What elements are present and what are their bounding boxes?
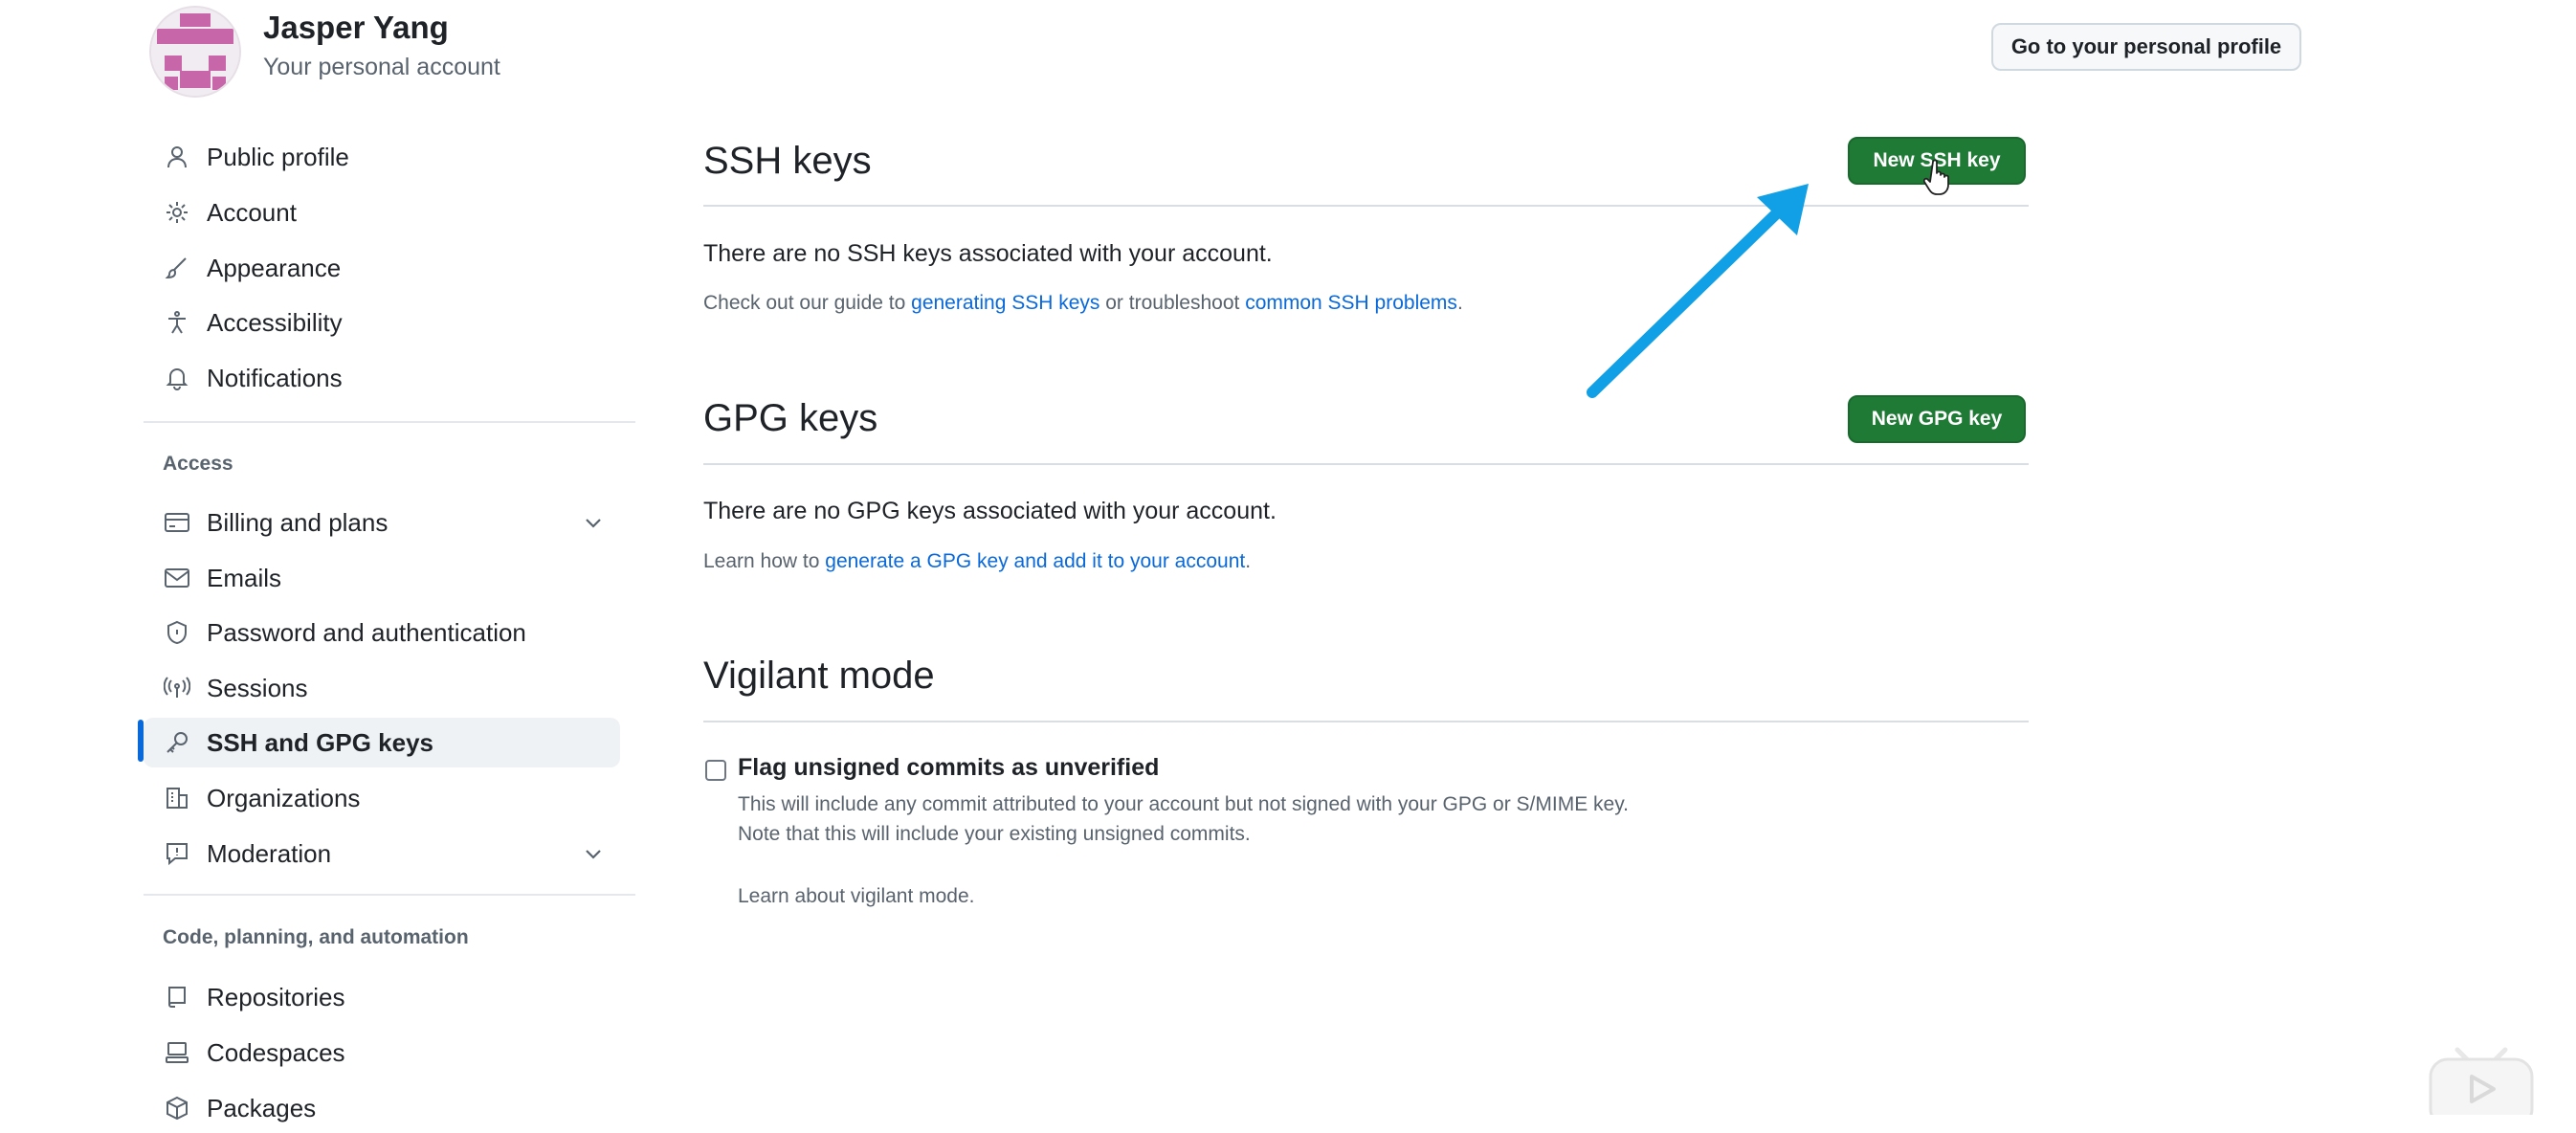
gpg-divider [703,463,2029,465]
vigilant-divider [703,721,2029,722]
sidebar-item-label: Password and authentication [207,617,526,647]
chevron-down-icon[interactable] [582,511,605,534]
flag-unsigned-label[interactable]: Flag unsigned commits as unverified [738,754,1159,782]
sidebar-item-label: Repositories [207,982,345,1011]
sidebar-item-label: Notifications [207,363,343,392]
report-icon [163,839,191,868]
sidebar-item-ssh-gpg-keys[interactable]: SSH and GPG keys [144,718,620,767]
accessibility-icon [163,308,191,337]
sidebar-item-accessibility[interactable]: Accessibility [144,298,622,347]
sidebar-divider [144,894,635,896]
avatar[interactable] [149,6,241,98]
ssh-help-middle: or troubleshoot [1099,292,1246,314]
sidebar-item-notifications[interactable]: Notifications [144,353,622,403]
sidebar-item-label: Codespaces [207,1037,345,1067]
gpg-help-suffix: . [1245,550,1252,572]
sidebar-item-label: Emails [207,563,282,592]
shield-lock-icon [163,618,191,647]
hand-cursor-icon [1923,159,1949,195]
sidebar-item-label: Accessibility [207,307,343,337]
broadcast-icon [163,674,191,702]
common-ssh-problems-link[interactable]: common SSH problems [1245,292,1457,314]
sidebar-item-billing[interactable]: Billing and plans [144,498,622,547]
sidebar-item-packages[interactable]: Packages [144,1083,622,1133]
user-name: Jasper Yang [263,10,449,45]
ssh-help-text: Check out our guide to generating SSH ke… [703,292,1463,315]
ssh-keys-heading: SSH keys [703,140,872,182]
ssh-divider [703,205,2029,207]
sidebar-item-label: Billing and plans [207,507,389,537]
sidebar-heading-access: Access [163,453,233,475]
vigilant-desc-line1: This will include any commit attributed … [738,793,1630,815]
sidebar-item-label: Organizations [207,783,361,812]
video-play-icon[interactable] [2429,1038,2534,1115]
annotation-arrow-icon [1587,184,1809,398]
sidebar-divider [144,421,635,423]
ssh-help-prefix: Check out our guide to [703,292,912,314]
sidebar-item-codespaces[interactable]: Codespaces [144,1028,622,1077]
vigilant-desc-line2: Note that this will include your existin… [738,823,1251,845]
sidebar-item-repositories[interactable]: Repositories [144,972,622,1022]
package-icon [163,1094,191,1122]
chevron-down-icon[interactable] [582,842,605,865]
account-type: Your personal account [263,54,500,80]
sidebar-item-password[interactable]: Password and authentication [144,608,622,657]
go-to-profile-button[interactable]: Go to your personal profile [1991,23,2301,71]
codespaces-icon [163,1038,191,1067]
generating-ssh-keys-link[interactable]: generating SSH keys [911,292,1099,314]
ssh-empty-text: There are no SSH keys associated with yo… [703,240,1273,267]
gpg-help-text: Learn how to generate a GPG key and add … [703,550,1251,573]
sidebar-item-account[interactable]: Account [144,188,622,237]
paintbrush-icon [163,254,191,282]
sidebar-item-emails[interactable]: Emails [144,553,622,603]
gear-icon [163,198,191,227]
sidebar-item-moderation[interactable]: Moderation [144,829,622,878]
sidebar-item-sessions[interactable]: Sessions [144,663,622,713]
vigilant-mode-heading: Vigilant mode [703,655,935,697]
ssh-help-suffix: . [1456,292,1463,314]
key-icon [163,728,191,757]
sidebar-item-label: Appearance [207,253,342,282]
gpg-empty-text: There are no GPG keys associated with yo… [703,498,1277,524]
new-gpg-key-button[interactable]: New GPG key [1848,395,2026,443]
sidebar-item-label: Account [207,197,297,227]
gpg-keys-heading: GPG keys [703,397,878,439]
sidebar-item-appearance[interactable]: Appearance [144,243,622,293]
sidebar-item-label: Moderation [207,838,332,868]
sidebar-item-label: SSH and GPG keys [207,727,433,757]
sidebar-item-label: Packages [207,1093,317,1122]
gpg-help-prefix: Learn how to [703,550,826,572]
sidebar-heading-code: Code, planning, and automation [163,926,469,948]
generate-gpg-key-link[interactable]: generate a GPG key and add it to your ac… [825,550,1245,572]
flag-unsigned-checkbox[interactable] [705,760,726,781]
sidebar-item-label: Public profile [207,142,349,171]
sidebar-item-public-profile[interactable]: Public profile [144,132,622,182]
credit-card-icon [163,508,191,537]
organization-icon [163,784,191,812]
person-icon [163,143,191,171]
mail-icon [163,564,191,592]
repo-icon [163,983,191,1011]
sidebar-item-organizations[interactable]: Organizations [144,773,622,823]
bell-icon [163,364,191,392]
sidebar-item-label: Sessions [207,673,308,702]
learn-vigilant-mode-link[interactable]: Learn about vigilant mode. [738,885,975,908]
